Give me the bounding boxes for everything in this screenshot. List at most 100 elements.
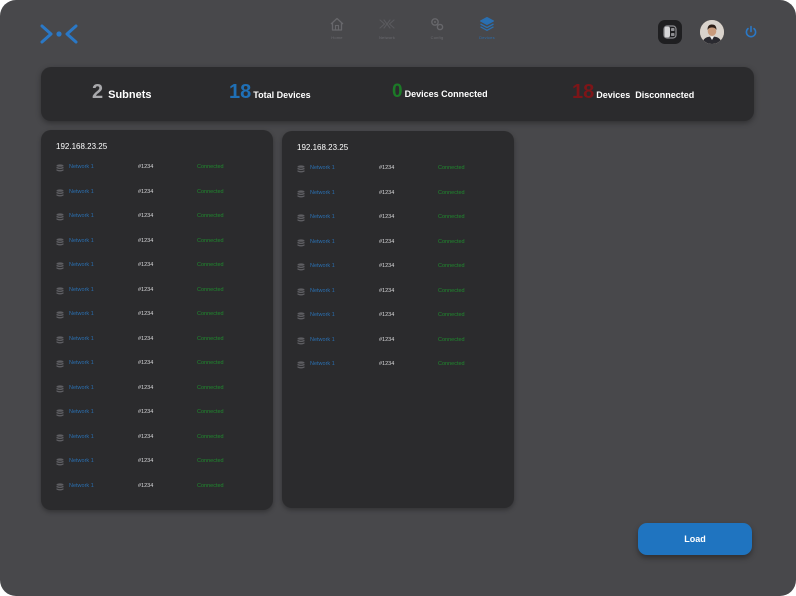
device-row[interactable]: Network 1 #1234 Connected: [297, 260, 507, 285]
database-icon: [56, 482, 64, 490]
database-icon: [56, 237, 64, 245]
device-network-link[interactable]: Network 1: [69, 458, 94, 464]
device-network-link[interactable]: Network 1: [69, 213, 94, 219]
power-icon[interactable]: [744, 25, 758, 39]
device-network-link[interactable]: Network 1: [69, 409, 94, 415]
device-status: Connected: [438, 361, 465, 367]
device-row[interactable]: Network 1 #1234 Connected: [56, 455, 266, 480]
device-network-link[interactable]: Network 1: [69, 483, 94, 489]
user-avatar[interactable]: [700, 20, 724, 44]
device-network-link[interactable]: Network 1: [310, 214, 335, 220]
device-network-link[interactable]: Network 1: [310, 337, 335, 343]
device-id: #1234: [379, 336, 395, 343]
stat-disconnected: 18 Devices Disconnected: [572, 81, 694, 104]
device-row[interactable]: Network 1 #1234 Connected: [56, 382, 266, 407]
load-button[interactable]: Load: [638, 523, 752, 555]
device-row[interactable]: Network 1 #1234 Connected: [297, 187, 507, 212]
database-icon: [56, 311, 64, 319]
device-id: #1234: [379, 287, 395, 294]
device-row[interactable]: Network 1 #1234 Connected: [56, 161, 266, 186]
device-network-link[interactable]: Network 1: [69, 311, 94, 317]
subnet-card: 192.168.23.25 Network 1 #1234 Connected …: [41, 130, 273, 510]
nav-config-label: Config: [430, 35, 444, 40]
device-network-link[interactable]: Network 1: [310, 190, 335, 196]
database-icon: [56, 384, 64, 392]
device-network-link[interactable]: Network 1: [69, 385, 94, 391]
device-id: #1234: [379, 165, 395, 171]
device-status: Connected: [197, 286, 224, 293]
device-id: #1234: [379, 214, 395, 220]
device-network-link[interactable]: Network 1: [69, 262, 94, 268]
device-status: Connected: [197, 458, 224, 464]
subnet-title: 192.168.23.25: [56, 142, 108, 151]
database-icon: [56, 335, 64, 343]
device-network-link[interactable]: Network 1: [310, 239, 335, 245]
database-icon: [56, 360, 64, 368]
device-network-link[interactable]: Network 1: [310, 361, 335, 367]
nav-devices-label: Devices: [479, 35, 495, 40]
network-logo-icon[interactable]: [40, 22, 78, 46]
device-row[interactable]: Network 1 #1234 Connected: [56, 284, 266, 309]
theme-toggle-button[interactable]: [658, 20, 682, 44]
device-status: Connected: [197, 213, 224, 219]
database-icon: [297, 312, 305, 320]
device-network-link[interactable]: Network 1: [69, 287, 94, 293]
device-row[interactable]: Network 1 #1234 Connected: [297, 358, 507, 383]
nav-home-label: Home: [331, 35, 343, 40]
settings-icon: [431, 18, 444, 31]
device-network-link[interactable]: Network 1: [69, 238, 94, 244]
nav-config[interactable]: Config: [412, 16, 462, 46]
device-row[interactable]: Network 1 #1234 Connected: [297, 334, 507, 359]
device-row[interactable]: Network 1 #1234 Connected: [56, 210, 266, 235]
device-network-link[interactable]: Network 1: [310, 165, 335, 171]
device-id: #1234: [138, 458, 154, 464]
nav-network[interactable]: Network: [362, 16, 412, 46]
avatar-portrait-icon: [700, 20, 724, 44]
device-row[interactable]: Network 1 #1234 Connected: [297, 285, 507, 310]
theme-toggle-icon: [663, 25, 677, 39]
device-network-link[interactable]: Network 1: [69, 336, 94, 342]
device-status: Connected: [197, 311, 224, 317]
nav-devices[interactable]: Devices: [462, 16, 512, 46]
subnet-title: 192.168.23.25: [297, 143, 349, 152]
device-row[interactable]: Network 1 #1234 Connected: [56, 308, 266, 333]
device-row[interactable]: Network 1 #1234 Connected: [56, 357, 266, 382]
device-row[interactable]: Network 1 #1234 Connected: [56, 186, 266, 211]
app-window: Home Network Config Devices 2 Subnets 18…: [0, 0, 796, 596]
database-icon: [56, 188, 64, 196]
device-list: Network 1 #1234 Connected Network 1 #123…: [297, 162, 507, 383]
device-status: Connected: [197, 482, 224, 489]
device-row[interactable]: Network 1 #1234 Connected: [56, 431, 266, 456]
device-row[interactable]: Network 1 #1234 Connected: [297, 309, 507, 334]
device-row[interactable]: Network 1 #1234 Connected: [56, 406, 266, 431]
device-network-link[interactable]: Network 1: [310, 312, 335, 318]
database-icon: [56, 164, 64, 172]
device-row[interactable]: Network 1 #1234 Connected: [56, 259, 266, 284]
home-icon: [330, 17, 344, 31]
database-icon: [56, 458, 64, 466]
device-status: Connected: [438, 165, 465, 171]
stat-total-value: 18: [229, 81, 252, 103]
device-network-link[interactable]: Network 1: [69, 164, 94, 170]
device-row[interactable]: Network 1 #1234 Connected: [297, 236, 507, 261]
device-row[interactable]: Network 1 #1234 Connected: [297, 211, 507, 236]
database-icon: [56, 433, 64, 441]
device-row[interactable]: Network 1 #1234 Connected: [56, 235, 266, 260]
device-list: Network 1 #1234 Connected Network 1 #123…: [56, 161, 266, 504]
device-row[interactable]: Network 1 #1234 Connected: [297, 162, 507, 187]
device-network-link[interactable]: Network 1: [69, 189, 94, 195]
device-network-link[interactable]: Network 1: [310, 288, 335, 294]
device-row[interactable]: Network 1 #1234 Connected: [56, 480, 266, 505]
nav-home[interactable]: Home: [312, 16, 362, 46]
nav-network-label: Network: [378, 35, 396, 40]
device-status: Connected: [438, 336, 465, 343]
device-status: Connected: [438, 263, 465, 269]
device-status: Connected: [197, 384, 224, 391]
device-network-link[interactable]: Network 1: [69, 360, 94, 366]
device-status: Connected: [438, 214, 465, 220]
database-icon: [297, 361, 305, 369]
device-network-link[interactable]: Network 1: [69, 434, 94, 440]
device-network-link[interactable]: Network 1: [310, 263, 335, 269]
device-row[interactable]: Network 1 #1234 Connected: [56, 333, 266, 358]
device-status: Connected: [197, 360, 224, 366]
